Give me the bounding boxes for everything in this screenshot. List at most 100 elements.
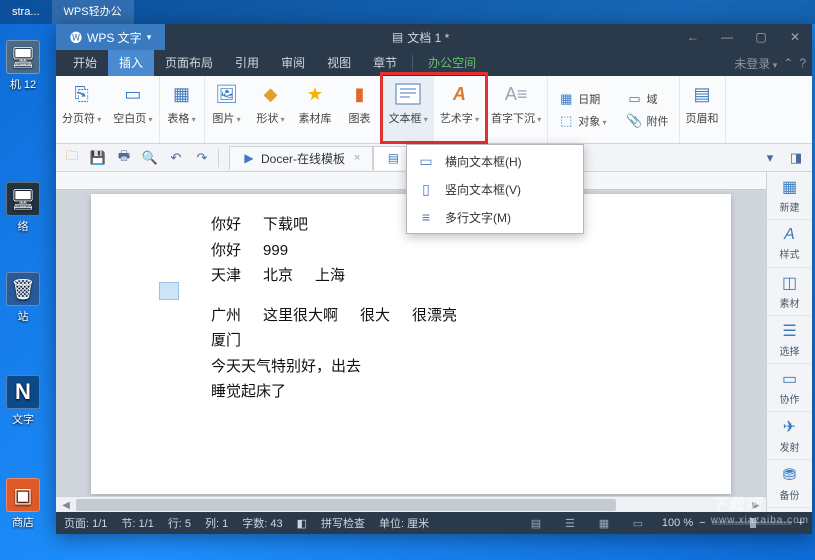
titlebar: 🅦 WPS 文字 ▾ ▤文档 1 * ← — ▢ ✕ [56,24,812,50]
status-overtype-icon[interactable]: ◧ [297,517,307,530]
minimize-button[interactable]: — [710,24,744,50]
rocket-icon: ✈ [783,417,796,437]
textbox-h-icon: ▭ [417,152,435,170]
page-tag-icon[interactable] [159,282,179,300]
tab-close-icon[interactable]: × [354,152,360,164]
scroll-right-icon[interactable]: ▶ [748,497,764,512]
sp-style[interactable]: A样式 [767,220,812,268]
cube-icon: ◫ [782,273,797,293]
collapse-ribbon-icon[interactable]: ⌃ [783,56,793,70]
view-web-icon[interactable]: ▦ [594,515,614,531]
wordart-button[interactable]: A艺术字 [434,76,485,143]
scroll-left-icon[interactable]: ◀ [58,497,74,512]
sp-backup[interactable]: ⛃备份 [767,460,812,508]
scroll-thumb[interactable] [76,499,616,511]
zoom-slider[interactable] [712,521,792,525]
attach-button[interactable]: 📎附件 [621,111,675,131]
tab-docer[interactable]: ▶Docer-在线模板× [229,146,373,170]
taskbar-btn-2[interactable]: WPS轻办公 [52,0,134,24]
textbox-button[interactable]: 文本框 [383,76,434,143]
shape-button[interactable]: ◆形状 [249,76,293,143]
status-spellcheck[interactable]: 拼写检查 [321,515,365,531]
chart-button[interactable]: ▮图表 [338,76,382,143]
print-icon[interactable]: 🖶 [114,148,134,168]
desktop-icon-network[interactable]: 🖥络 [2,182,44,234]
menu-insert[interactable]: 插入 [108,50,154,76]
status-section[interactable]: 节: 1/1 [121,515,153,531]
page-viewport[interactable]: 你好下载吧 你好999 天津北京上海 广州这里很大啊很大很漂亮 厦门 今天天气特… [56,190,766,496]
menu-pagelayout[interactable]: 页面布局 [154,50,224,76]
view-outline-icon[interactable]: ☰ [560,515,580,531]
textbox-multiline[interactable]: ≡多行文字(M) [409,203,581,231]
chevron-down-icon: ▾ [147,32,152,43]
status-chars[interactable]: 字数: 43 [242,515,282,531]
pagebreak-button[interactable]: ⎘分页符 [56,76,107,143]
zoom-in-icon[interactable]: + [798,517,804,529]
preview-icon[interactable]: 🔍 [140,148,160,168]
document-page[interactable]: 你好下载吧 你好999 天津北京上海 广州这里很大啊很大很漂亮 厦门 今天天气特… [91,194,731,494]
header-footer-button[interactable]: ▤页眉和 [680,76,725,143]
menu-review[interactable]: 审阅 [270,50,316,76]
picture-button[interactable]: 🖼图片 [205,76,249,143]
help-icon[interactable]: ? [799,56,806,70]
wordart-icon: A [445,80,473,108]
object-button[interactable]: ⬚对象 [552,111,612,131]
sp-select[interactable]: ☰选择 [767,316,812,364]
app-badge[interactable]: 🅦 WPS 文字 ▾ [56,24,165,50]
zoom-control[interactable]: 100 % − + [662,517,804,529]
table-button[interactable]: ▦表格 [160,76,204,143]
tab-list-icon[interactable]: ▾ [760,148,780,168]
maximize-button[interactable]: ▢ [744,24,778,50]
shape-icon: ◆ [257,80,285,108]
close-button[interactable]: ✕ [778,24,812,50]
menu-reference[interactable]: 引用 [224,50,270,76]
star-icon: ★ [301,80,329,108]
sp-send[interactable]: ✈发射 [767,412,812,460]
status-line[interactable]: 行: 5 [168,515,191,531]
login-status[interactable]: 未登录 [734,55,777,72]
sp-resource[interactable]: ◫素材 [767,268,812,316]
menu-start[interactable]: 开始 [62,50,108,76]
status-unit[interactable]: 单位: 厘米 [379,515,429,531]
doc-title: ▤文档 1 * [165,29,676,46]
menu-section[interactable]: 章节 [362,50,408,76]
open-icon[interactable]: 🗀 [62,148,82,168]
wps-window: 🅦 WPS 文字 ▾ ▤文档 1 * ← — ▢ ✕ 开始 插入 页面布局 引用… [56,24,812,534]
task-pane-icon[interactable]: ◨ [786,148,806,168]
object-icon: ⬚ [558,113,574,129]
textbox-v-icon: ▯ [417,180,435,198]
undo-icon[interactable]: ↶ [166,148,186,168]
sp-new[interactable]: ▦新建 [767,172,812,220]
save-icon[interactable]: 💾 [88,148,108,168]
textbox-vertical[interactable]: ▯竖向文本框(V) [409,175,581,203]
blankpage-button[interactable]: ▭空白页 [107,76,158,143]
desktop-icon-store[interactable]: ▣商店 [2,478,44,530]
header-icon: ▤ [688,80,716,108]
desktop-icon-n[interactable]: N文字 [2,375,44,427]
field-button[interactable]: ▭域 [621,89,675,109]
hscrollbar[interactable]: ◀ ▶ [56,496,766,512]
menu-view[interactable]: 视图 [316,50,362,76]
desktop-icon-computer[interactable]: 🖥机 12 [2,40,44,92]
desktop-icon-recycle[interactable]: 🗑站 [2,272,44,324]
zoom-out-icon[interactable]: − [699,517,705,529]
new-icon: ▦ [782,177,797,197]
textbox-horizontal[interactable]: ▭横向文本框(H) [409,147,581,175]
blankpage-icon: ▭ [119,80,147,108]
menu-office-space[interactable]: 办公空间 [417,50,487,76]
calendar-icon: ▦ [558,91,574,107]
sp-collab[interactable]: ▭协作 [767,364,812,412]
status-page[interactable]: 页面: 1/1 [64,515,107,531]
resource-button[interactable]: ★素材库 [293,76,338,143]
dropcap-button[interactable]: A≡首字下沉 [485,76,547,143]
back-button[interactable]: ← [676,24,710,50]
view-page-icon[interactable]: ▤ [526,515,546,531]
view-read-icon[interactable]: ▭ [628,515,648,531]
redo-icon[interactable]: ↷ [192,148,212,168]
textbox-dropdown: ▭横向文本框(H) ▯竖向文本框(V) ≡多行文字(M) [406,144,584,234]
date-button[interactable]: ▦日期 [552,89,612,109]
taskbar-btn-1[interactable]: stra... [0,0,52,24]
backup-icon: ⛃ [783,465,796,485]
zoom-value: 100 % [662,517,693,529]
status-col[interactable]: 列: 1 [205,515,228,531]
